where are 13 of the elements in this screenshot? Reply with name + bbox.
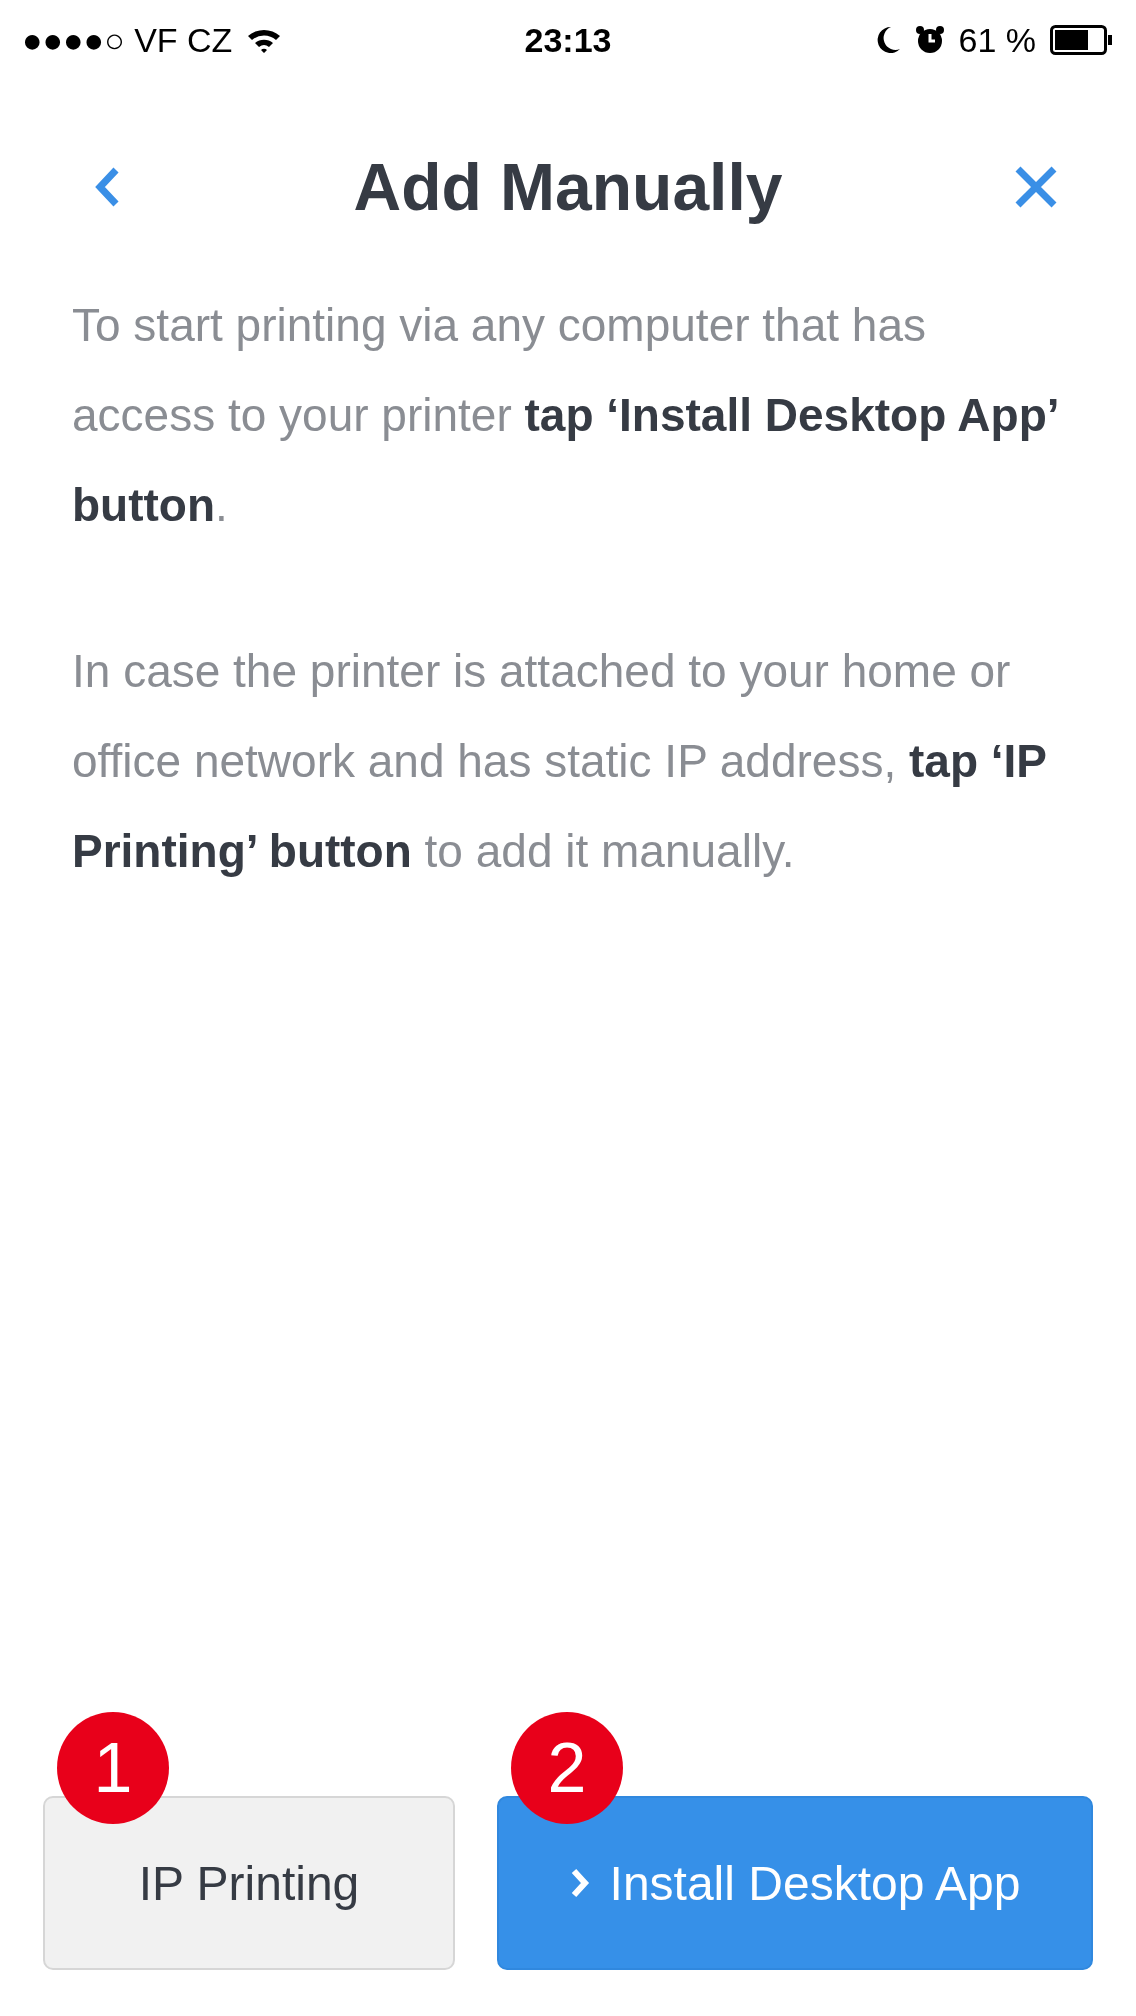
battery-icon bbox=[1050, 25, 1114, 55]
screen-title: Add Manually bbox=[353, 149, 783, 225]
instruction-paragraph: To start printing via any computer that has access to your printer tap ‘Install Desktop App’ button. bbox=[72, 298, 1058, 533]
close-icon bbox=[1014, 165, 1058, 209]
carrier-text: ●●●●○ VF CZ bbox=[22, 20, 233, 60]
battery-percent: 61 % bbox=[958, 20, 1036, 60]
step-badge: 2 bbox=[511, 1712, 623, 1824]
clock-text: 23:13 bbox=[524, 20, 612, 60]
instruction-paragraph: In case the printer is attached to your home or office network and has static IP address, tap ‘IP Printing’ button to add it manually. bbox=[72, 644, 1048, 879]
step-badge: 1 bbox=[57, 1712, 169, 1824]
alarm-clock-icon bbox=[914, 25, 945, 55]
ip-printing-button[interactable]: IP Printing bbox=[43, 1796, 455, 1970]
chevron-right-icon bbox=[569, 1867, 590, 1899]
